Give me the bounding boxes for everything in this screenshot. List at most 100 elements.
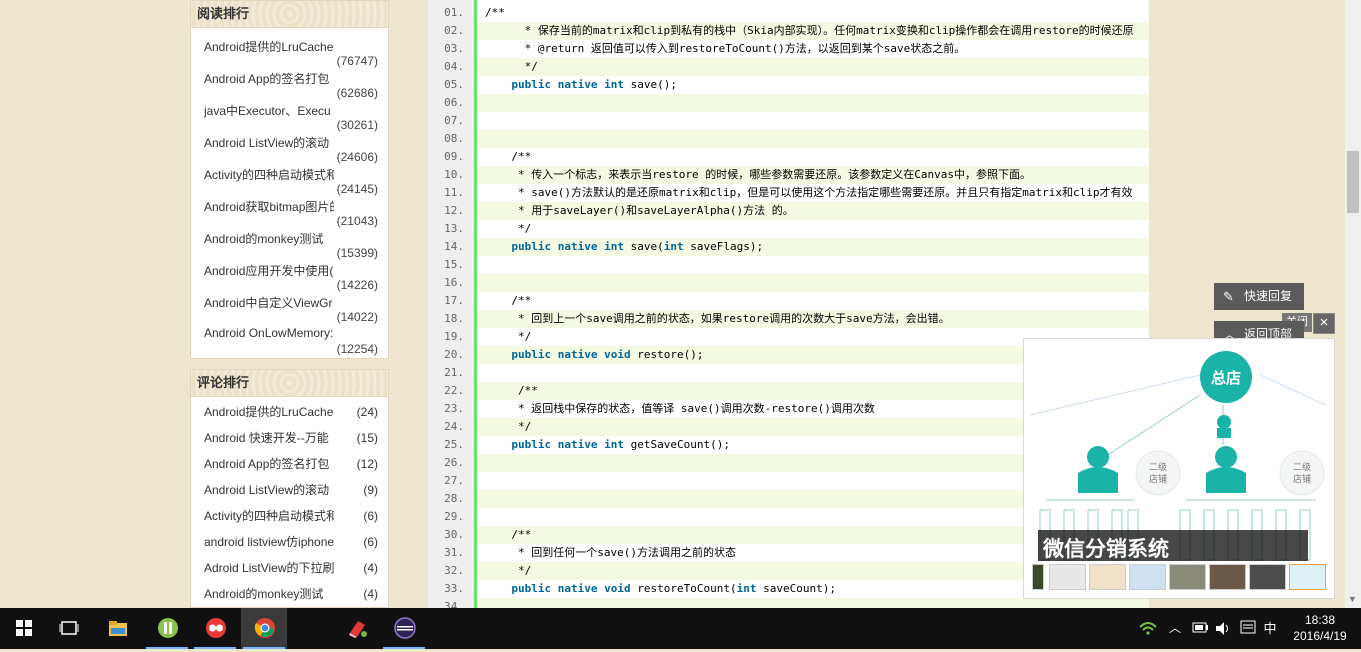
comment-rank-item[interactable]: Android提供的LruCache (24) bbox=[191, 399, 388, 425]
read-rank-item[interactable]: Android的monkey测试 (15399) bbox=[191, 226, 388, 260]
read-rank-item-title[interactable]: Activity的四种启动模式和 bbox=[204, 166, 334, 183]
line-number: 02. bbox=[444, 24, 464, 37]
line-number: 09. bbox=[444, 150, 464, 163]
app-dots-icon bbox=[206, 618, 226, 638]
read-rank-item-title[interactable]: Android中自定义ViewGr bbox=[204, 294, 334, 311]
volume-icon[interactable] bbox=[1213, 608, 1233, 649]
start-button[interactable] bbox=[0, 608, 46, 649]
comment-rank-item-count: (15) bbox=[356, 431, 378, 445]
comment-rank-item[interactable]: Adroid ListView的下拉刷 (4) bbox=[191, 555, 388, 581]
file-explorer-button[interactable] bbox=[94, 608, 140, 649]
read-rank-item-title[interactable]: Android提供的LruCache bbox=[204, 38, 334, 55]
line-number: 07. bbox=[444, 114, 464, 127]
taskbar-app-green[interactable] bbox=[144, 608, 190, 649]
ad-thumbnail[interactable] bbox=[1129, 564, 1166, 590]
read-rank-item-title[interactable]: Android的monkey测试 bbox=[204, 230, 334, 247]
read-rank-item-title[interactable]: Android ListView的滚动 bbox=[204, 134, 334, 151]
line-number: 27. bbox=[444, 474, 464, 487]
chevron-up-icon[interactable]: ︿ bbox=[1167, 608, 1183, 649]
comment-rank-item-title[interactable]: Activity的四种启动模式和 bbox=[204, 503, 334, 529]
read-rank-item-title[interactable]: Android获取bitmap图片的 bbox=[204, 198, 334, 215]
read-rank-item[interactable]: Android提供的LruCache (76747) bbox=[191, 34, 388, 68]
line-number: 34. bbox=[444, 600, 464, 608]
ad-thumbnail-active[interactable] bbox=[1289, 564, 1326, 590]
comment-rank-item-count: (24) bbox=[356, 405, 378, 419]
quick-reply-button[interactable]: ✎ 快速回复 bbox=[1214, 283, 1304, 310]
comment-rank-item[interactable]: Activity的四种启动模式和 (6) bbox=[191, 503, 388, 529]
comment-rank-item-title[interactable]: Android ListView的滚动 bbox=[204, 477, 334, 503]
ad-thumbnail[interactable] bbox=[1032, 564, 1044, 590]
read-rank-item[interactable]: Activity的四种启动模式和 (24145) bbox=[191, 162, 388, 196]
battery-icon[interactable] bbox=[1190, 608, 1210, 649]
taskbar-app-eraser[interactable] bbox=[333, 608, 379, 649]
read-rank-item-title[interactable]: java中Executor、Execu bbox=[204, 102, 334, 119]
taskbar-eclipse[interactable] bbox=[381, 608, 427, 649]
ad-thumbnail[interactable] bbox=[1209, 564, 1246, 590]
ad-thumbnails[interactable] bbox=[1032, 564, 1332, 590]
code-line: 15. bbox=[428, 256, 1149, 274]
code-line: 03. * @return 返回值可以传入到restoreToCount()方法… bbox=[428, 40, 1149, 58]
comment-rank-item-title[interactable]: Android 快速开发--万能 bbox=[204, 425, 334, 451]
read-rank-item[interactable]: Android App的签名打包 (62686) bbox=[191, 66, 388, 100]
line-number: 04. bbox=[444, 60, 464, 73]
comment-rank-item-title[interactable]: Android提供的LruCache bbox=[204, 399, 334, 425]
comment-rank-item-title[interactable]: Android App的签名打包 bbox=[204, 451, 334, 477]
chrome-icon bbox=[254, 618, 275, 638]
line-number: 01. bbox=[444, 6, 464, 19]
line-number: 08. bbox=[444, 132, 464, 145]
comment-rank-item-count: (9) bbox=[363, 483, 378, 497]
read-rank-item-title[interactable]: Android App的签名打包 bbox=[204, 70, 334, 87]
read-rank-item[interactable]: Android ListView的滚动 (24606) bbox=[191, 130, 388, 164]
keyword: void bbox=[604, 582, 631, 595]
read-rank-item[interactable]: Android OnLowMemory: (12254) bbox=[191, 322, 388, 356]
windows-icon bbox=[16, 620, 32, 636]
ad-thumbnail[interactable] bbox=[1249, 564, 1286, 590]
read-rank-item-title[interactable]: Android应用开发中使用( bbox=[204, 262, 334, 279]
comment-rank-item-count: (6) bbox=[363, 535, 378, 549]
close-ad-button[interactable]: × bbox=[1313, 313, 1335, 334]
comment-rank-item[interactable]: Android App的签名打包 (12) bbox=[191, 451, 388, 477]
comment-rank-item-count: (4) bbox=[363, 587, 378, 601]
notification-icon[interactable] bbox=[1238, 608, 1258, 649]
code-text bbox=[477, 94, 1149, 112]
ad-image[interactable]: 总店 二级 店铺 二级 店铺 微信分销系统 bbox=[1030, 345, 1326, 561]
read-rank-item-count: (12254) bbox=[336, 342, 378, 356]
read-rank-item-title[interactable]: Android OnLowMemory: bbox=[204, 326, 334, 340]
ime-indicator[interactable]: 中 bbox=[1262, 608, 1278, 649]
read-rank-item[interactable]: java中Executor、Execu (30261) bbox=[191, 98, 388, 132]
keyword: native bbox=[557, 348, 598, 361]
read-rank-item[interactable]: Android中自定义ViewGr (14022) bbox=[191, 290, 388, 324]
comment-rank-item[interactable]: android listview仿iphone (6) bbox=[191, 529, 388, 555]
read-rank-item[interactable]: Android获取bitmap图片的 (21043) bbox=[191, 194, 388, 228]
scroll-down-icon[interactable]: ▼ bbox=[1348, 594, 1358, 604]
code-text: public native int save(); bbox=[511, 78, 677, 91]
taskbar-app-dots[interactable] bbox=[192, 608, 238, 649]
line-number: 23. bbox=[444, 402, 464, 415]
wifi-icon[interactable] bbox=[1138, 608, 1158, 649]
code-line: 01. /** bbox=[428, 4, 1149, 22]
comment-rank-item[interactable]: Android的monkey测试 (4) bbox=[191, 581, 388, 607]
ad-thumbnail[interactable] bbox=[1169, 564, 1206, 590]
line-number: 20. bbox=[444, 348, 464, 361]
clock[interactable]: 18:38 2016/4/19 bbox=[1285, 612, 1355, 644]
read-rank-item[interactable]: Android应用开发中使用((14226) bbox=[191, 258, 388, 292]
svg-text:店铺: 店铺 bbox=[1149, 473, 1167, 484]
vertical-scrollbar[interactable]: ▼ bbox=[1345, 0, 1361, 608]
ad-thumbnail[interactable] bbox=[1049, 564, 1086, 590]
line-number: 28. bbox=[444, 492, 464, 505]
comment-rank-item-title[interactable]: android listview仿iphone bbox=[204, 529, 334, 555]
task-view-button[interactable] bbox=[45, 608, 91, 649]
scrollbar-thumb[interactable] bbox=[1347, 151, 1359, 213]
comment-rank-item-title[interactable]: Adroid ListView的下拉刷 bbox=[204, 555, 334, 581]
ad-panel[interactable]: 总店 二级 店铺 二级 店铺 微信分销系统 bbox=[1023, 338, 1335, 599]
line-number: 33. bbox=[444, 582, 464, 595]
line-number: 10. bbox=[444, 168, 464, 181]
comment-rank-item[interactable]: Android 快速开发--万能 (15) bbox=[191, 425, 388, 451]
comment-rank-item-title[interactable]: Android的monkey测试 bbox=[204, 581, 334, 607]
taskbar-chrome[interactable] bbox=[241, 608, 287, 649]
comment-rank-item[interactable]: Android ListView的滚动 (9) bbox=[191, 477, 388, 503]
ad-banner-text: 微信分销系统 bbox=[1043, 538, 1169, 561]
comment-rank-panel: 评论排行 Android提供的LruCache (24) Android 快速开发-… bbox=[190, 369, 389, 608]
ad-thumbnail[interactable] bbox=[1089, 564, 1126, 590]
